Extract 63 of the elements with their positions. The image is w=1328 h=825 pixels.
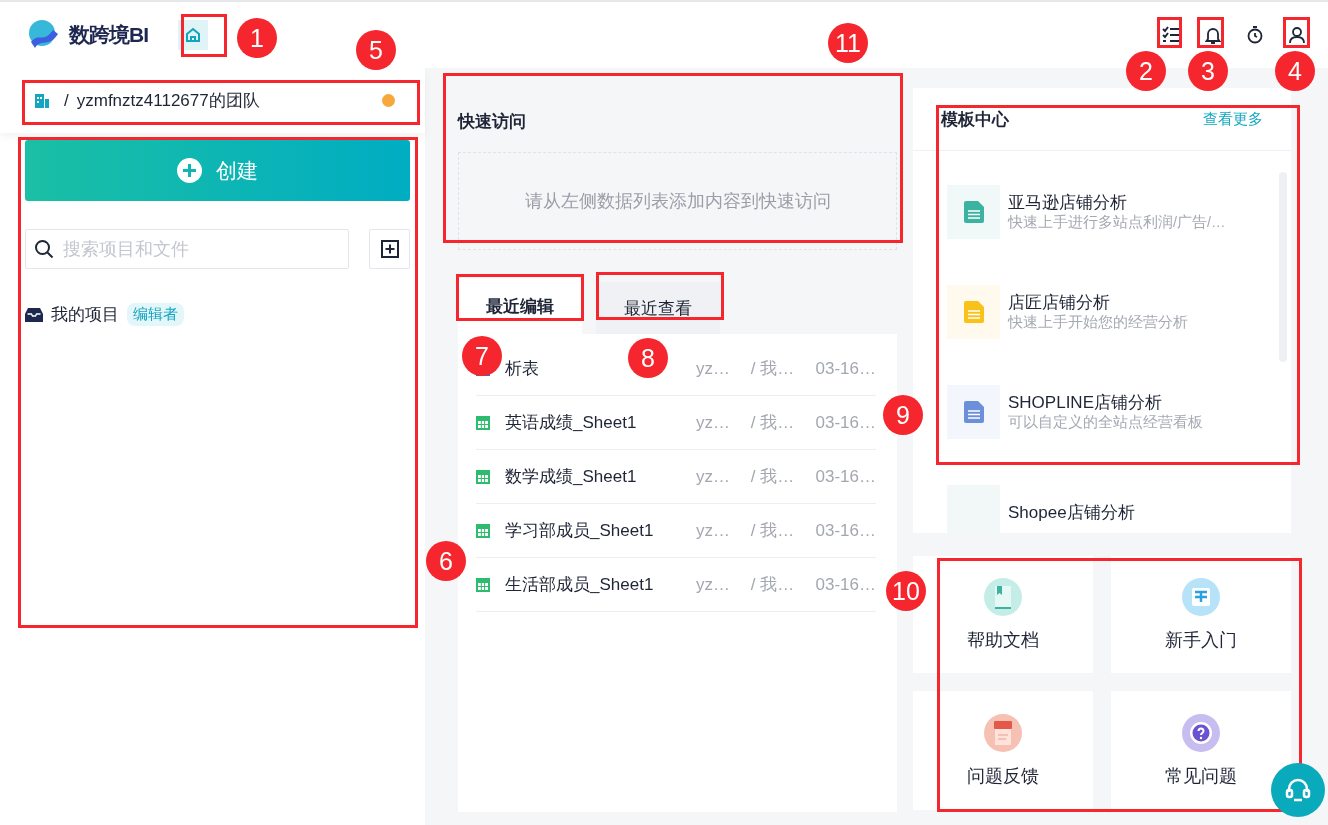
template-title[interactable]: 亚马逊店铺分析 (1008, 192, 1226, 213)
table-icon (476, 523, 490, 538)
building-icon (34, 92, 50, 109)
tab[interactable]: 最近查看 (596, 282, 720, 334)
file-name[interactable]: 数学成绩_Sheet1 (505, 465, 637, 488)
help-tile[interactable]: 常见问题 (1111, 691, 1291, 810)
date-cell: 03-16… (815, 466, 876, 487)
highlight-frame (1157, 17, 1182, 48)
home-icon (184, 26, 202, 44)
plus-circle-icon (177, 158, 202, 183)
plus-square-icon (380, 240, 399, 258)
owner-cell-text: yz… (696, 466, 732, 487)
template-title[interactable]: SHOPLINE店铺分析 (1008, 392, 1203, 413)
folder-cell-text: / 我… (750, 412, 796, 434)
folder-cell-text: / 我… (750, 358, 796, 380)
file-name[interactable]: 英语成绩_Sheet1 (505, 411, 637, 434)
section-title: 模板中心 (941, 108, 1009, 131)
support-button[interactable] (1271, 763, 1325, 817)
help-tile[interactable]: 问题反馈 (913, 691, 1093, 810)
folder-cell-text: / 我… (750, 574, 796, 596)
status-dot (382, 94, 395, 107)
date-cell: 03-16… (815, 520, 876, 541)
add-button[interactable] (369, 229, 410, 269)
empty-hint: 请从左侧数据列表添加内容到快速访问 (524, 190, 831, 213)
template-description: 可以自定义的全站点经营看板 (1008, 413, 1203, 432)
book-icon (984, 577, 1022, 616)
folder-cell-text: / 我… (750, 466, 796, 488)
owner-cell-text: yz… (696, 574, 732, 595)
search-field[interactable]: 搜索项目和文件 (25, 229, 349, 269)
help-tile[interactable]: 新手入门 (1111, 556, 1291, 673)
role-badge: 编辑者 (127, 303, 184, 326)
home-button[interactable] (178, 20, 208, 50)
signpost-icon (1182, 577, 1220, 616)
table-icon (476, 577, 490, 592)
table-icon (476, 415, 490, 430)
section-title: 快速访问 (458, 111, 527, 133)
owner-cell-text: yz… (696, 412, 732, 433)
owner-cell-text: yz… (696, 520, 732, 541)
table-icon (476, 469, 490, 484)
callout-marker: 6 (426, 541, 466, 581)
date-cell: 03-16… (815, 574, 876, 595)
template-description: 快速上手进行多站点利润/广告/… (1008, 213, 1226, 232)
file-name[interactable]: 学习部成员_Sheet1 (505, 519, 654, 542)
question-icon (1182, 713, 1220, 752)
owner-cell-text: yz… (696, 358, 732, 379)
date-cell: 03-16… (815, 412, 876, 433)
breadcrumb-separator: / (64, 90, 69, 111)
template-title[interactable]: 店匠店铺分析 (1008, 292, 1188, 313)
highlight-frame (1197, 17, 1224, 48)
feedback-icon (984, 713, 1022, 752)
highlight-frame (181, 14, 227, 57)
template-description: 快速上手开始您的经营分析 (1008, 313, 1188, 332)
folder-cell-text: / 我… (750, 520, 796, 542)
project-item[interactable]: 我的项目 (51, 303, 119, 326)
inbox-icon (25, 306, 43, 323)
template-title[interactable]: Shopee店铺分析 (1008, 501, 1135, 523)
team-name[interactable]: yzmfnztz4112677的团队 (76, 89, 382, 112)
file-name[interactable]: 析表 (505, 357, 539, 380)
tab[interactable]: 最近编辑 (458, 278, 582, 334)
brand-name: 数跨境BI (69, 22, 148, 48)
file-name[interactable]: 生活部成员_Sheet1 (505, 573, 654, 596)
highlight-frame (1283, 17, 1310, 48)
date-cell: 03-16… (815, 358, 876, 379)
